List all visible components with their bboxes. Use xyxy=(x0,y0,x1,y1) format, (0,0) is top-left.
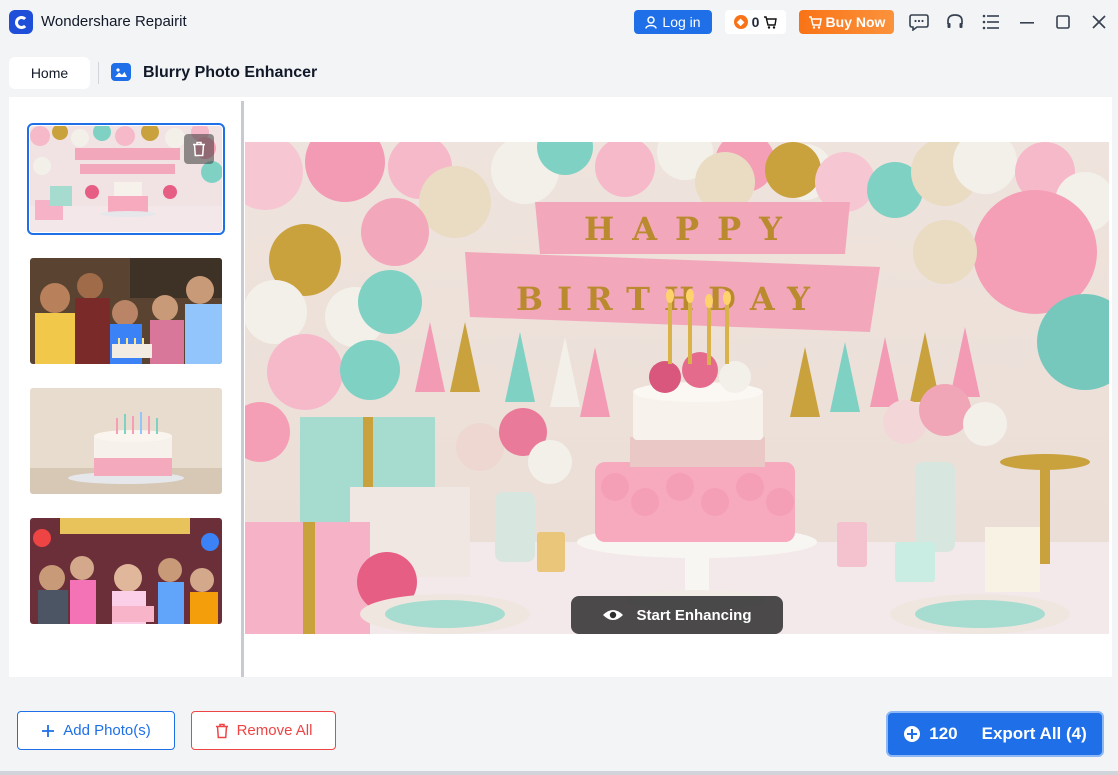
add-photos-label: Add Photo(s) xyxy=(63,722,151,739)
login-button[interactable]: Log in xyxy=(634,10,712,34)
delete-thumbnail-button[interactable] xyxy=(184,134,214,164)
export-all-button[interactable]: 120 Export All (4) xyxy=(886,711,1104,757)
app-title: Wondershare Repairit xyxy=(41,13,187,30)
login-label: Log in xyxy=(662,14,701,30)
main-panel: HAPPY BIRTHDAY xyxy=(9,97,1112,677)
photo-preview: HAPPY BIRTHDAY xyxy=(245,142,1109,634)
preview-image: HAPPY BIRTHDAY xyxy=(245,142,1109,634)
thumbnail-image xyxy=(30,388,222,494)
tab-separator xyxy=(98,62,99,84)
title-bar: Wondershare Repairit Log in ◆ 0 Buy Now xyxy=(0,0,1118,44)
export-all-label: Export All (4) xyxy=(981,724,1087,743)
buy-now-label: Buy Now xyxy=(825,14,886,30)
coin-icon: ◆ xyxy=(733,15,748,29)
window-bottom-border xyxy=(0,771,1118,775)
remove-all-label: Remove All xyxy=(236,722,313,739)
credits-badge[interactable]: ◆ 0 xyxy=(725,10,786,34)
thumbnail-1[interactable] xyxy=(27,123,225,235)
image-icon xyxy=(111,63,131,81)
minimize-icon[interactable] xyxy=(1016,11,1038,33)
start-enhancing-button[interactable]: Start Enhancing xyxy=(571,596,783,634)
thumbnail-image xyxy=(30,258,222,364)
thumbnail-3[interactable] xyxy=(30,388,222,494)
eye-icon xyxy=(603,610,624,620)
panel-divider[interactable] xyxy=(241,101,244,677)
feedback-icon[interactable] xyxy=(908,11,930,33)
tab-home[interactable]: Home xyxy=(9,57,90,89)
headset-icon[interactable] xyxy=(944,11,966,33)
trash-icon xyxy=(215,723,228,738)
svg-text:HAPPY: HAPPY xyxy=(584,210,800,248)
close-icon[interactable] xyxy=(1088,11,1110,33)
page-title: Blurry Photo Enhancer xyxy=(143,64,318,81)
credit-coin-icon xyxy=(904,726,921,742)
user-icon xyxy=(645,15,658,29)
app-logo-icon xyxy=(9,10,33,34)
start-enhancing-label: Start Enhancing xyxy=(636,606,752,624)
thumbnail-list xyxy=(9,97,241,677)
banner-happy: HAPPY xyxy=(535,202,850,254)
export-credit-count: 120 xyxy=(929,724,958,743)
credits-count: 0 xyxy=(751,14,760,30)
cart-icon xyxy=(764,15,778,29)
buy-now-button[interactable]: Buy Now xyxy=(799,10,894,34)
menu-icon[interactable] xyxy=(980,11,1002,33)
thumbnail-2[interactable] xyxy=(30,258,222,364)
thumbnail-4[interactable] xyxy=(30,518,222,624)
thumbnail-image xyxy=(30,518,222,624)
plus-icon xyxy=(42,724,55,737)
cart-icon xyxy=(808,15,822,29)
maximize-icon[interactable] xyxy=(1052,11,1074,33)
trash-icon xyxy=(193,141,205,157)
add-photos-button[interactable]: Add Photo(s) xyxy=(17,711,175,750)
remove-all-button[interactable]: Remove All xyxy=(191,711,336,750)
